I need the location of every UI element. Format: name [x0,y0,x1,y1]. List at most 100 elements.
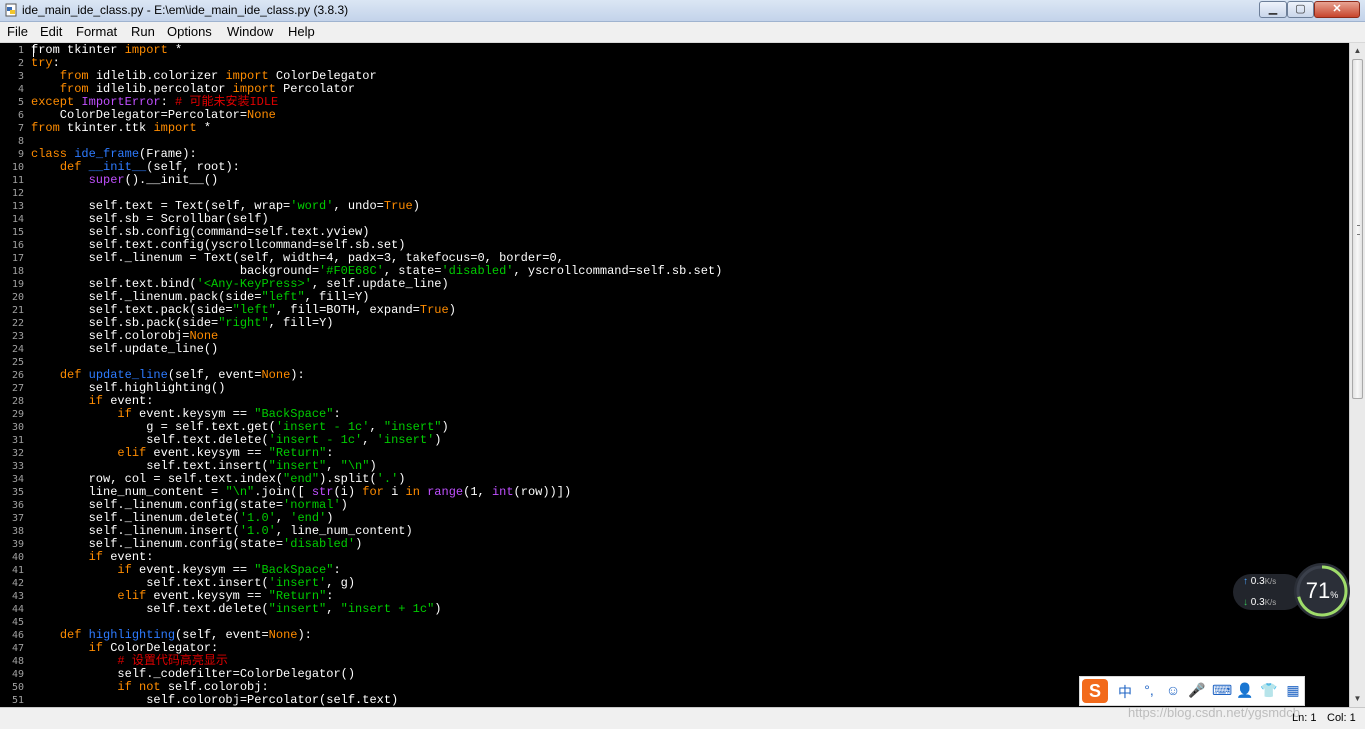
code-token: ColorDelegator: [103,641,219,655]
code-token: "\n" [340,459,370,473]
menu-file[interactable]: File [7,24,28,39]
code-token: str [311,485,334,499]
code-token: event: [103,550,154,564]
code-token: tkinter [59,43,125,57]
sogou-logo-icon[interactable]: S [1082,679,1108,703]
code-line[interactable]: from tkinter import * [31,44,722,57]
code-token: self.colorobj: [160,680,269,694]
emoji-icon[interactable]: ☺ [1164,682,1182,698]
code-token: True [419,303,449,317]
code-token: ) [398,472,406,486]
code-token: def [59,628,82,642]
line-number: 2 [17,58,24,69]
toolbox-icon[interactable]: ▦ [1284,682,1302,699]
maximize-button[interactable]: ▢ [1287,1,1314,18]
code-token: import [153,121,197,135]
code-token: g = self.text.get( [31,420,276,434]
code-token: "insert" [268,602,327,616]
menu-help[interactable]: Help [288,24,315,39]
code-token: 'normal' [283,498,341,512]
code-token: self.colorobj=Percolator(self.text) [31,693,399,707]
code-token: , line_num_content) [275,524,413,538]
code-token: self.sb = Scrollbar(self) [31,212,269,226]
code-text[interactable]: from tkinter import * try: from idlelib.c… [31,44,722,707]
menu-edit[interactable]: Edit [40,24,62,39]
scrollbar-thumb[interactable] [1352,59,1363,399]
code-token: , undo= [333,199,384,213]
voice-icon[interactable]: 🎤 [1188,682,1206,699]
code-token: if [117,563,132,577]
line-number: 37 [11,513,24,524]
menu-window[interactable]: Window [227,24,273,39]
menu-format[interactable]: Format [76,24,117,39]
usage-percent-symbol: % [1330,590,1339,600]
scroll-up-icon[interactable]: ▲ [1350,43,1365,59]
scroll-down-icon[interactable]: ▼ [1350,691,1365,707]
title-bar[interactable]: ide_main_ide_class.py - E:\em\ide_main_i… [0,0,1365,22]
line-number: 49 [11,669,24,680]
code-token: from [59,69,89,83]
close-button[interactable]: ✕ [1314,1,1360,18]
skin-icon[interactable]: 👕 [1260,682,1278,699]
code-line[interactable]: self.text.delete("insert", "insert + 1c"… [31,603,722,616]
code-token: ): [290,368,305,382]
vertical-scrollbar[interactable]: ▲ ▼ [1349,43,1365,707]
code-token: self._linenum.config(state= [31,537,284,551]
status-bar: https://blog.csdn.net/ygsmdcb Ln: 1 Col:… [0,705,1365,729]
code-token: (row))]) [513,485,572,499]
code-token: line_num_content = [31,485,226,499]
line-number: 8 [17,136,24,147]
code-token: : [333,407,341,421]
code-token: 'end' [290,511,327,525]
code-token: : [326,446,334,460]
ime-toolbar[interactable]: S 中 °, ☺ 🎤 ⌨ 👤 👕 ▦ [1079,676,1305,706]
code-line[interactable]: self.colorobj=Percolator(self.text) [31,694,722,707]
line-number: 33 [11,461,24,472]
menu-options[interactable]: Options [167,24,212,39]
code-token: None [268,628,298,642]
code-token: self.sb.config(command=self.text.yview) [31,225,370,239]
code-token: self.update_line() [31,342,219,356]
line-number: 23 [11,331,24,342]
code-token: ): [297,628,312,642]
code-token: (1, [463,485,492,499]
code-token: event: [103,394,154,408]
code-editor[interactable]: 1 2 3 4 5 6 7 8 9 10 11 12 13 14 15 16 17 18 19 20 21 22 23 24 2… [0,43,1349,707]
network-speed-widget[interactable]: ↑ 0.3K/s ↓ 0.3K/s 71% [1233,562,1351,622]
ime-mode-toggle[interactable]: 中 [1116,682,1134,702]
code-token: __init__ [88,160,147,174]
line-number: 45 [11,617,24,628]
punctuation-icon[interactable]: °, [1140,682,1158,698]
menu-run[interactable]: Run [131,24,155,39]
code-token: : [52,56,60,70]
code-token: , fill=Y) [304,290,370,304]
minimize-button[interactable]: ▁ [1259,1,1287,18]
code-line[interactable]: from tkinter.ttk import * [31,122,722,135]
code-token: self.text.insert( [31,459,269,473]
code-token: elif [117,589,147,603]
code-token: from [31,43,60,57]
code-line[interactable]: self.update_line() [31,343,722,356]
code-token: class [31,147,68,161]
line-number: 27 [11,383,24,394]
keyboard-icon[interactable]: ⌨ [1212,682,1232,699]
line-number: 9 [17,149,24,160]
line-number: 15 [11,227,24,238]
code-token: from [31,121,60,135]
code-token: self.highlighting() [31,381,226,395]
code-token: "BackSpace" [254,563,334,577]
code-token: None [247,108,276,122]
code-token: ).split( [319,472,377,486]
code-token: if not [117,680,161,694]
code-token: in [405,485,420,499]
user-icon[interactable]: 👤 [1236,682,1254,699]
code-line[interactable]: super().__init__() [31,174,722,187]
code-token: "insert" [268,459,327,473]
line-number: 11 [11,175,24,186]
code-token: import [232,82,276,96]
window-title: ide_main_ide_class.py - E:\em\ide_main_i… [22,3,349,17]
